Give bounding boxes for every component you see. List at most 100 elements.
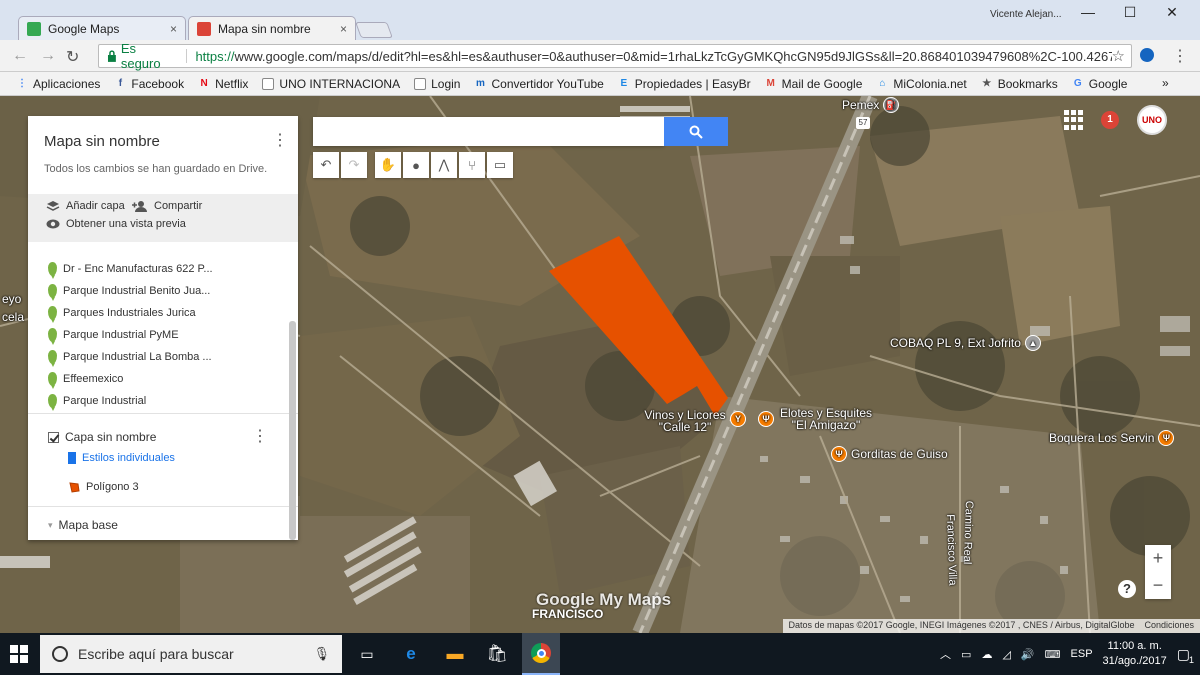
volume-icon[interactable]: 🔊 — [1021, 648, 1035, 661]
preview-button[interactable]: Obtener una vista previa — [46, 218, 186, 230]
maximize-icon[interactable]: ☐ — [1120, 4, 1140, 21]
place-boquera[interactable]: Boquera Los Servin Ψ — [1049, 430, 1175, 446]
zoom-in-button[interactable]: + — [1145, 545, 1171, 572]
place-vinos-licores[interactable]: Vinos y Licores "Calle 12" Y — [642, 409, 748, 433]
profile-name[interactable]: Vicente Alejan... — [990, 9, 1062, 20]
layer-list-item[interactable]: Parques Industriales Jurica — [48, 306, 196, 323]
zoom-out-button[interactable]: − — [1145, 572, 1171, 599]
add-marker-icon[interactable]: ● — [403, 152, 429, 178]
wifi-icon[interactable]: ◿ — [1002, 648, 1010, 661]
map-search-input[interactable] — [313, 117, 664, 146]
polygon-label: Polígono 3 — [86, 481, 139, 493]
map-title[interactable]: Mapa sin nombre — [44, 133, 160, 150]
user-layer-row[interactable]: Capa sin nombre — [48, 430, 156, 444]
help-icon[interactable]: ? — [1118, 580, 1136, 598]
bookmark-item[interactable]: M Mail de Google — [765, 77, 862, 91]
place-pemex[interactable]: Pemex ⛽ — [842, 97, 900, 113]
account-avatar[interactable]: UNO — [1137, 105, 1167, 135]
hand-tool-icon[interactable]: ✋ — [375, 152, 401, 178]
reload-icon[interactable]: ↻ — [66, 47, 79, 67]
redo-icon[interactable]: ↷ — [341, 152, 367, 178]
layer-options-icon[interactable]: ⋮ — [252, 426, 268, 446]
place-elotes-esquites[interactable]: Ψ Elotes y Esquites "El Amigazo" — [758, 407, 878, 431]
expand-chevron-icon[interactable]: ▾ — [48, 520, 53, 531]
tab-close-icon[interactable]: × — [170, 22, 177, 36]
edge-browser-icon[interactable]: e — [398, 641, 424, 667]
polygon-item[interactable]: Polígono 3 — [68, 481, 139, 493]
task-view-icon[interactable]: ▭ — [354, 641, 380, 667]
map-viewport[interactable]: Francisco Villa Camino Real eyo cela 57 … — [0, 96, 1200, 633]
battery-icon[interactable]: ▭ — [961, 648, 971, 661]
action-center-icon[interactable]: ▢ 1 — [1177, 646, 1194, 665]
green-marker-icon — [48, 394, 57, 411]
bookmark-star-icon[interactable]: ☆ — [1112, 47, 1125, 65]
layer-list-item[interactable]: Parque Industrial — [48, 394, 146, 411]
onedrive-icon[interactable]: ☁ — [981, 648, 992, 661]
tab-close-icon[interactable]: × — [340, 22, 347, 36]
bookmark-item[interactable]: f Facebook — [114, 77, 184, 91]
tab-google-maps[interactable]: Google Maps × — [18, 16, 186, 40]
draw-line-icon[interactable]: ⋀ — [431, 152, 457, 178]
bookmark-item[interactable]: ⌂ MiColonia.net — [876, 77, 966, 91]
taskbar-search-box[interactable]: Escribe aquí para buscar 🎙 — [40, 635, 342, 673]
minimize-icon[interactable]: — — [1078, 4, 1098, 20]
more-options-icon[interactable]: ⋮ — [272, 130, 288, 150]
file-explorer-icon[interactable]: ▬ — [442, 641, 468, 667]
conditions-link[interactable]: Condiciones — [1144, 620, 1194, 632]
tab-mapa-sin-nombre[interactable]: Mapa sin nombre × — [188, 16, 356, 40]
google-apps-icon[interactable] — [1064, 110, 1084, 130]
chrome-menu-icon[interactable]: ⋮ — [1172, 46, 1188, 66]
input-language[interactable]: ESP — [1071, 648, 1093, 660]
layer-name[interactable]: Capa sin nombre — [65, 430, 156, 444]
bookmark-item[interactable]: Login — [414, 77, 460, 91]
home-icon: ⌂ — [879, 77, 886, 89]
place-gorditas[interactable]: Ψ Gorditas de Guiso — [831, 446, 948, 462]
panel-scrollbar[interactable] — [289, 321, 296, 540]
close-window-icon[interactable]: ✕ — [1162, 4, 1182, 21]
layer-list-item[interactable]: Dr - Enc Manufacturas 622 P... — [48, 262, 213, 279]
layer-list-item[interactable]: Parque Industrial La Bomba ... — [48, 350, 212, 367]
search-button[interactable] — [664, 117, 728, 146]
layer-checkbox[interactable] — [48, 431, 59, 443]
bookmark-item[interactable]: E Propiedades | EasyBr — [618, 77, 750, 91]
store-icon[interactable]: 🛍 — [484, 641, 510, 667]
undo-icon[interactable]: ↶ — [313, 152, 339, 178]
chrome-taskbar-icon[interactable] — [522, 633, 560, 675]
url-text[interactable]: https://www.google.com/maps/d/edit?hl=es… — [195, 49, 1111, 64]
bookmark-item[interactable]: m Convertidor YouTube — [474, 77, 604, 91]
more-bookmarks-icon[interactable]: » — [1162, 76, 1169, 90]
add-layer-button[interactable]: Añadir capa — [46, 200, 125, 212]
secure-indicator[interactable]: Es seguro — [107, 41, 178, 71]
extension-icon[interactable] — [1140, 48, 1154, 62]
bookmark-item[interactable]: ⋮ Aplicaciones — [16, 77, 100, 91]
back-arrow-icon[interactable]: ← — [12, 47, 28, 65]
bookmark-item[interactable]: G Google — [1072, 77, 1128, 91]
bookmark-item[interactable]: UNO INTERNACIONA — [262, 77, 400, 91]
secure-label: Es seguro — [120, 41, 161, 71]
notifications-badge[interactable]: 1 — [1101, 111, 1119, 129]
layer-list-item[interactable]: Parque Industrial PyME — [48, 328, 179, 345]
bookmark-item[interactable]: N Netflix — [198, 77, 248, 91]
place-cobaq[interactable]: COBAQ PL 9, Ext Jofrito ▲ — [890, 335, 1041, 351]
microphone-icon[interactable]: 🎙 — [313, 646, 330, 662]
base-map-row[interactable]: ▾ Mapa base — [48, 518, 118, 532]
bookmark-label: MiColonia.net — [893, 76, 967, 91]
layer-list-item[interactable]: Effeemexico — [48, 372, 123, 389]
new-tab-button[interactable] — [355, 22, 393, 38]
ruler-icon[interactable]: ▭ — [487, 152, 513, 178]
url-protocol: https:// — [195, 48, 235, 64]
share-button[interactable]: Compartir — [132, 200, 202, 212]
show-hidden-icons-icon[interactable]: ︿ — [940, 646, 951, 662]
directions-icon[interactable]: ⑂ — [459, 152, 485, 178]
layer-item-label: Parque Industrial PyME — [63, 329, 179, 341]
address-bar[interactable]: Es seguro https://www.google.com/maps/d/… — [98, 41, 1132, 71]
styles-link[interactable]: Estilos individuales — [68, 452, 175, 464]
windows-start-icon[interactable] — [10, 645, 28, 663]
system-clock[interactable]: 11:00 a. m. 31/ago./2017 — [1103, 639, 1167, 669]
keyboard-icon[interactable]: ⌨ — [1045, 648, 1061, 661]
layer-list-item[interactable]: Parque Industrial Benito Jua... — [48, 284, 210, 301]
apps-icon: ⋮ — [17, 77, 27, 89]
forward-arrow-icon[interactable]: → — [40, 47, 56, 65]
layers-icon — [46, 201, 60, 211]
bookmark-item[interactable]: ★ Bookmarks — [981, 77, 1058, 91]
